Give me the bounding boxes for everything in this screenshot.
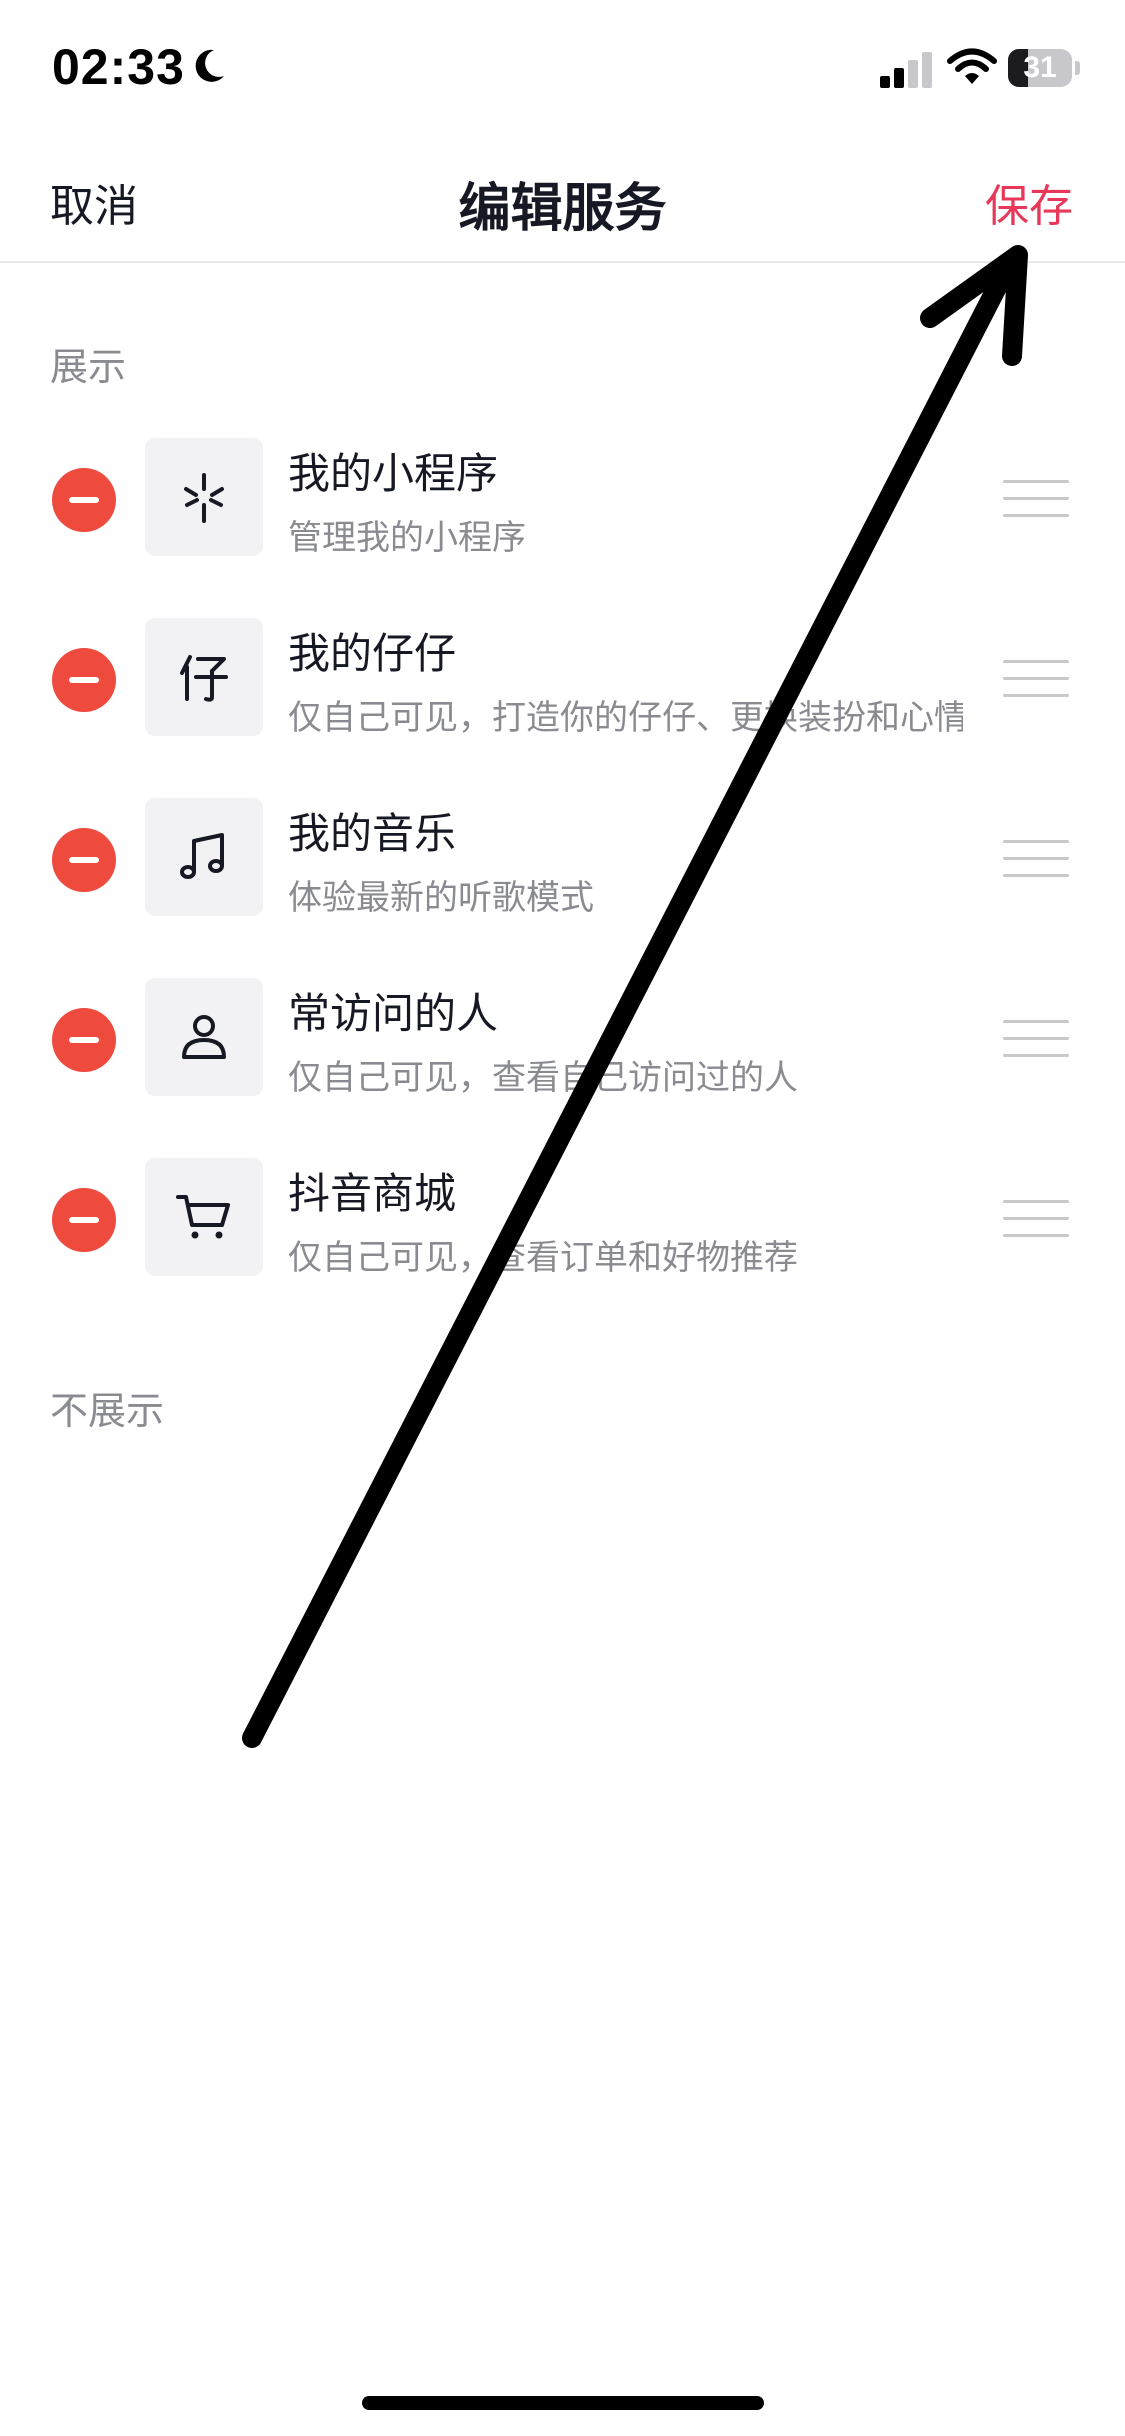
service-desc: 体验最新的听歌模式 (288, 878, 594, 918)
signal-icon (880, 52, 932, 88)
remove-button[interactable] (52, 468, 116, 532)
remove-button[interactable] (52, 828, 116, 892)
service-icon-box (145, 1158, 263, 1276)
service-title: 常访问的人 (288, 989, 499, 1038)
remove-button[interactable] (52, 648, 116, 712)
service-desc: 仅自己可见，打造你的仔仔、更换装扮和心情 (288, 698, 963, 738)
section-header-hidden: 不展示 (50, 1389, 165, 1433)
service-row: 我的小程序 管理我的小程序 (0, 418, 1125, 598)
service-desc: 仅自己可见，查看自己访问过的人 (288, 1058, 798, 1098)
person-icon (182, 1015, 226, 1059)
cancel-button[interactable]: 取消 (50, 170, 138, 234)
section-header-shown: 展示 (50, 345, 127, 389)
service-title: 抖音商城 (288, 1169, 457, 1218)
service-list: 我的小程序 管理我的小程序 我的仔仔 仅自己可见，打造你的仔仔、更换装扮和心情 (0, 418, 1125, 1318)
home-indicator[interactable] (362, 2396, 764, 2410)
service-title: 我的小程序 (288, 449, 499, 498)
music-note-icon (180, 833, 224, 879)
service-desc: 管理我的小程序 (288, 518, 526, 558)
page-title: 编辑服务 (458, 179, 667, 239)
moon-icon (195, 49, 224, 82)
drag-handle[interactable] (1003, 1200, 1069, 1240)
battery-body: 31 (1008, 49, 1072, 87)
drag-handle[interactable] (1003, 660, 1069, 700)
drag-handle[interactable] (1003, 480, 1069, 520)
service-icon-box (145, 798, 263, 916)
service-row: 常访问的人 仅自己可见，查看自己访问过的人 (0, 958, 1125, 1138)
remove-button[interactable] (52, 1188, 116, 1252)
zaizai-icon (180, 655, 228, 702)
mini-program-icon (184, 473, 224, 523)
service-row: 抖音商城 仅自己可见，查看订单和好物推荐 (0, 1138, 1125, 1318)
remove-button[interactable] (52, 1008, 116, 1072)
service-title: 我的音乐 (288, 809, 457, 858)
nav-bar: 取消 编辑服务 保存 (0, 140, 1125, 263)
drag-handle[interactable] (1003, 1020, 1069, 1060)
service-icon-box (145, 618, 263, 736)
service-row: 我的仔仔 仅自己可见，打造你的仔仔、更换装扮和心情 (0, 598, 1125, 778)
wifi-icon (947, 48, 997, 84)
status-time: 02:33 (52, 39, 185, 95)
battery-cap (1075, 61, 1080, 75)
service-icon-box (145, 438, 263, 556)
save-button[interactable]: 保存 (985, 170, 1073, 234)
service-icon-box (145, 978, 263, 1096)
drag-handle[interactable] (1003, 840, 1069, 880)
battery-level-text: 31 (1023, 51, 1057, 84)
battery-icon: 31 (1008, 49, 1080, 87)
status-bar: 02:33 31 (0, 0, 1125, 140)
service-row: 我的音乐 体验最新的听歌模式 (0, 778, 1125, 958)
service-desc: 仅自己可见，查看订单和好物推荐 (288, 1238, 798, 1278)
shopping-cart-icon (176, 1195, 230, 1239)
service-title: 我的仔仔 (288, 629, 457, 678)
